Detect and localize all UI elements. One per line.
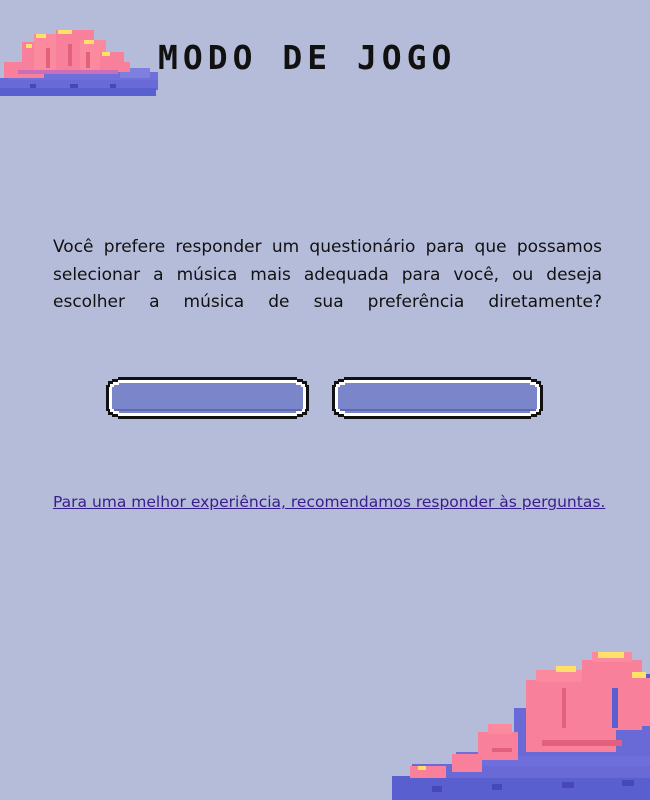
question-text: Você prefere responder um questionário p… (53, 237, 602, 312)
answer-questionnaire-button[interactable] (104, 376, 311, 420)
choose-music-button[interactable] (330, 376, 545, 420)
button-frame (106, 377, 309, 419)
pixel-cloud-icon (0, 30, 158, 96)
pixel-cloud-icon (392, 652, 650, 800)
recommendation-link[interactable]: Para uma melhor experiência, recomendamo… (53, 491, 605, 513)
button-frame (332, 377, 543, 419)
page-title: MODO DE JOGO (158, 38, 457, 77)
